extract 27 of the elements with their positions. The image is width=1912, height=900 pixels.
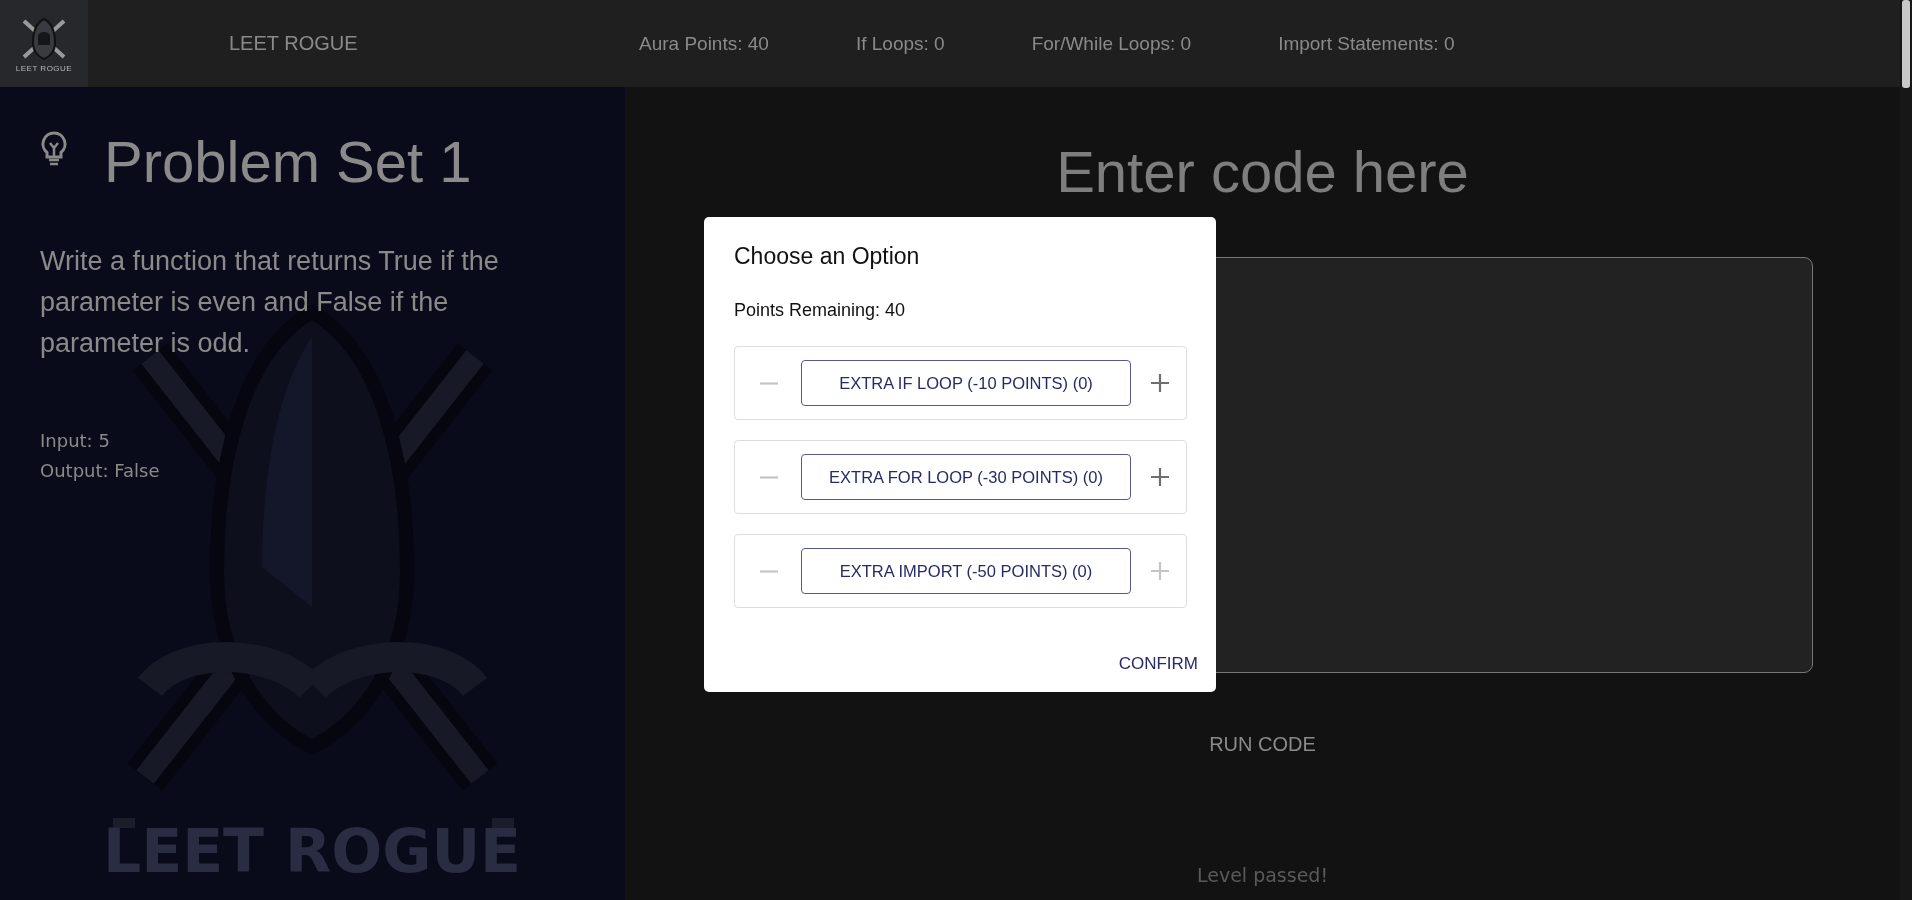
- option-button[interactable]: EXTRA IF LOOP (-10 POINTS) (0): [801, 360, 1131, 406]
- status-message: Level passed!: [1196, 864, 1329, 886]
- stat-counter: Import Statements: 0: [1278, 32, 1455, 55]
- option-button[interactable]: EXTRA FOR LOOP (-30 POINTS) (0): [801, 454, 1131, 500]
- problem-description: Write a function that returns True if the parameter is even and False if the parameter is odd.: [40, 244, 500, 360]
- example-text: Output: False: [40, 458, 160, 483]
- minus-icon: [759, 381, 779, 385]
- stat-counter: For/While Loops: 0: [1031, 32, 1192, 55]
- logo[interactable]: LEET ROGUE: [0, 0, 88, 87]
- lightbulb-icon: [40, 131, 68, 167]
- minus-icon: [759, 569, 779, 573]
- dialog-title: Choose an Option: [734, 243, 920, 270]
- plus-icon: [1150, 561, 1170, 581]
- editor-heading: Enter code here: [1056, 139, 1469, 205]
- app-title: LEET ROGUE: [229, 32, 359, 55]
- problem-title: Problem Set 1: [104, 128, 472, 196]
- confirm-button[interactable]: CONFIRM: [1118, 654, 1198, 674]
- run-code-button[interactable]: RUN CODE: [1199, 725, 1326, 764]
- example-text: Input: 5: [40, 428, 110, 453]
- stat-counter: Aura Points: 40: [639, 32, 769, 55]
- plus-icon: [1150, 373, 1170, 393]
- scrollbar[interactable]: [1900, 0, 1912, 900]
- minus-icon: [759, 475, 779, 479]
- points-remaining: Points Remaining: 40: [734, 300, 906, 321]
- plus-icon: [1150, 467, 1170, 487]
- option-button[interactable]: EXTRA IMPORT (-50 POINTS) (0): [801, 548, 1131, 594]
- stat-counter: If Loops: 0: [855, 32, 945, 55]
